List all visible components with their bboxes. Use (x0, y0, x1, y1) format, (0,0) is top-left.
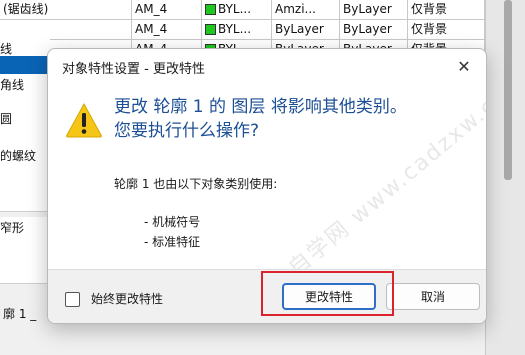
table-cell-color: BYL... (202, 0, 272, 19)
list-item: - 机械符号 (144, 215, 201, 229)
list-item[interactable] (0, 167, 50, 190)
list-item-selected[interactable] (0, 56, 50, 75)
list-item: - 标准特征 (144, 235, 201, 249)
main-message-line1: 更改 轮廓 1 的 图层 将影响其他类别。 (114, 97, 407, 117)
scrollbar-thumb[interactable] (504, 0, 512, 180)
app-root: (锯齿线) AM_4 BYL... Amzi... ByLayer 仅背景 AM… (0, 0, 525, 355)
table-cell-layer: AM_4 (132, 20, 202, 39)
dialog-titlebar[interactable]: 对象特性设置 - 更改特性 ✕ (48, 49, 486, 85)
color-text: BYL... (218, 22, 252, 36)
category-list: - 机械符号 - 标准特征 (144, 212, 200, 252)
table-row[interactable]: (锯齿线) AM_4 BYL... Amzi... ByLayer 仅背景 (0, 0, 485, 20)
table-row[interactable]: AM_4 BYL... ByLayer ByLayer 仅背景 (0, 20, 485, 40)
dialog-title: 对象特性设置 - 更改特性 (62, 62, 205, 77)
list-item[interactable] (0, 239, 50, 262)
highlight-annotation (261, 271, 394, 316)
sub-message: 轮廓 1 也由以下对象类别使用: (114, 177, 278, 191)
table-cell-lineweight: ByLayer (340, 0, 408, 19)
main-message: 更改 轮廓 1 的 图层 将影响其他类别。 您要执行什么操作? (114, 95, 474, 143)
table-cell-layer: AM_4 (132, 0, 202, 19)
list-item[interactable]: 的螺纹 (0, 145, 50, 168)
color-text: BYL... (218, 2, 252, 16)
table-cell-linetype: ByLayer (272, 20, 340, 39)
change-properties-dialog: 对象特性设置 - 更改特性 ✕ 更改 轮廓 1 的 图层 将影响其他类别。 您要… (47, 48, 487, 324)
cancel-button[interactable]: 取消 (386, 283, 480, 310)
table-cell-plot: 仅背景 (408, 20, 485, 39)
table-cell-linetype: Amzi... (272, 0, 340, 19)
table-cell-plot: 仅背景 (408, 0, 485, 19)
list-item[interactable]: 窄形 (0, 217, 50, 240)
table-cell-color: BYL... (202, 20, 272, 39)
color-swatch (205, 24, 216, 35)
color-swatch (205, 4, 216, 15)
warning-icon (66, 102, 102, 138)
close-icon[interactable]: ✕ (450, 53, 478, 81)
list-item[interactable] (0, 261, 50, 284)
checkbox-label[interactable]: 始终更改特性 (91, 290, 163, 307)
table-cell-name: (锯齿线) (0, 0, 132, 19)
list-item[interactable]: 角线 (0, 74, 50, 97)
list-item[interactable] (0, 189, 50, 212)
always-change-checkbox[interactable] (65, 292, 80, 307)
table-cell-name (0, 20, 132, 39)
list-item[interactable]: 圆 (0, 108, 50, 131)
table-cell-lineweight: ByLayer (340, 20, 408, 39)
